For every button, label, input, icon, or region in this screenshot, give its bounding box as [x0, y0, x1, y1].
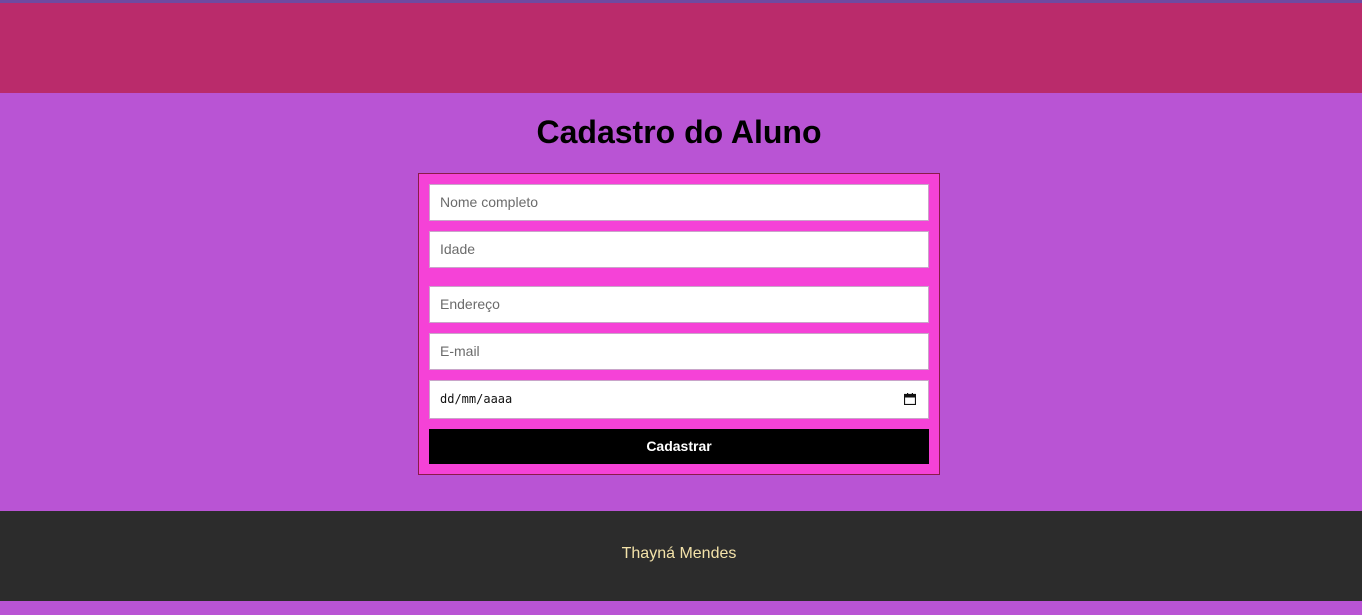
address-input[interactable]: Endereço [429, 286, 929, 323]
main-section: Cadastro do Aluno Nome completo Idade En… [0, 93, 1362, 511]
page-title: Cadastro do Aluno [536, 114, 822, 150]
bottom-strip [0, 601, 1362, 615]
birth-date-input[interactable]: dd/mm/aaaa [429, 380, 929, 419]
cadastrar-button[interactable]: Cadastrar [429, 429, 929, 464]
registration-form: Nome completo Idade Endereço E-mail dd/m… [418, 173, 940, 475]
email-input[interactable]: E-mail [429, 333, 929, 370]
age-input[interactable]: Idade [429, 231, 929, 268]
page-header [0, 3, 1362, 93]
page-footer: Thayná Mendes [0, 511, 1362, 601]
full-name-input[interactable]: Nome completo [429, 184, 929, 221]
date-placeholder: dd/mm/aaaa [440, 392, 513, 406]
calendar-icon[interactable] [904, 393, 916, 405]
footer-author: Thayná Mendes [621, 545, 737, 562]
